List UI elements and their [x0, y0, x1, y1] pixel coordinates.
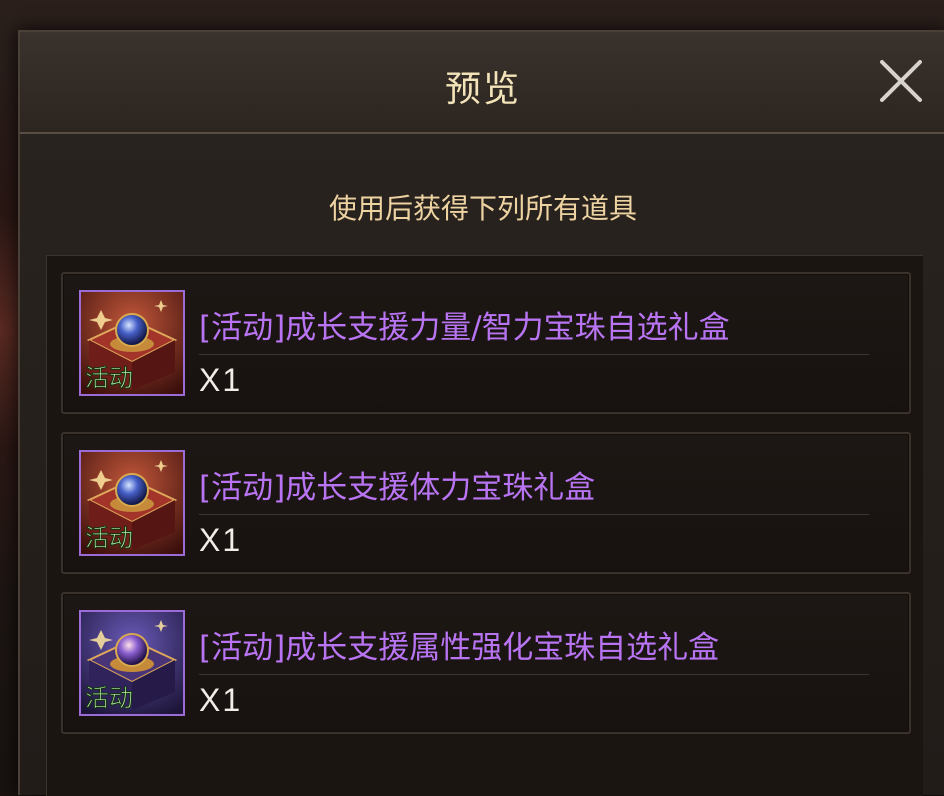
item-divider — [199, 514, 869, 515]
item-quantity: X1 — [199, 682, 243, 718]
item-quantity: X1 — [199, 522, 243, 558]
item-quantity: X1 — [199, 362, 243, 398]
close-button[interactable] — [876, 56, 926, 106]
dialog-subtitle: 使用后获得下列所有道具 — [328, 192, 637, 225]
dialog-title: 预览 — [444, 69, 521, 110]
dialog-header: 预览 — [20, 32, 944, 134]
red-gift-box-orb-icon[interactable]: 活动 — [79, 450, 185, 556]
item-divider — [199, 674, 869, 675]
close-icon — [880, 60, 922, 102]
purple-gift-box-orb-icon[interactable]: 活动 — [79, 610, 185, 716]
icon-tag: 活动 — [85, 364, 133, 392]
red-gift-box-orb-icon[interactable]: 活动 — [79, 290, 185, 396]
icon-tag: 活动 — [85, 684, 133, 712]
item-list: 活动 [活动]成长支援力量/智力宝珠自选礼盒 X1 活动 [活动]成长支援体力宝… — [46, 255, 923, 796]
list-item[interactable]: 活动 [活动]成长支援属性强化宝珠自选礼盒 X1 — [61, 592, 911, 734]
item-name: [活动]成长支援属性强化宝珠自选礼盒 — [199, 630, 720, 666]
item-name: [活动]成长支援力量/智力宝珠自选礼盒 — [199, 310, 730, 346]
list-item[interactable]: 活动 [活动]成长支援力量/智力宝珠自选礼盒 X1 — [61, 272, 911, 414]
icon-tag: 活动 — [85, 524, 133, 552]
item-name: [活动]成长支援体力宝珠礼盒 — [199, 470, 596, 506]
list-item[interactable]: 活动 [活动]成长支援体力宝珠礼盒 X1 — [61, 432, 911, 574]
preview-dialog: 预览 使用后获得下列所有道具 活动 [活动]成长支援力量/智力宝珠自选礼盒 X1… — [18, 30, 944, 796]
item-divider — [199, 354, 869, 355]
